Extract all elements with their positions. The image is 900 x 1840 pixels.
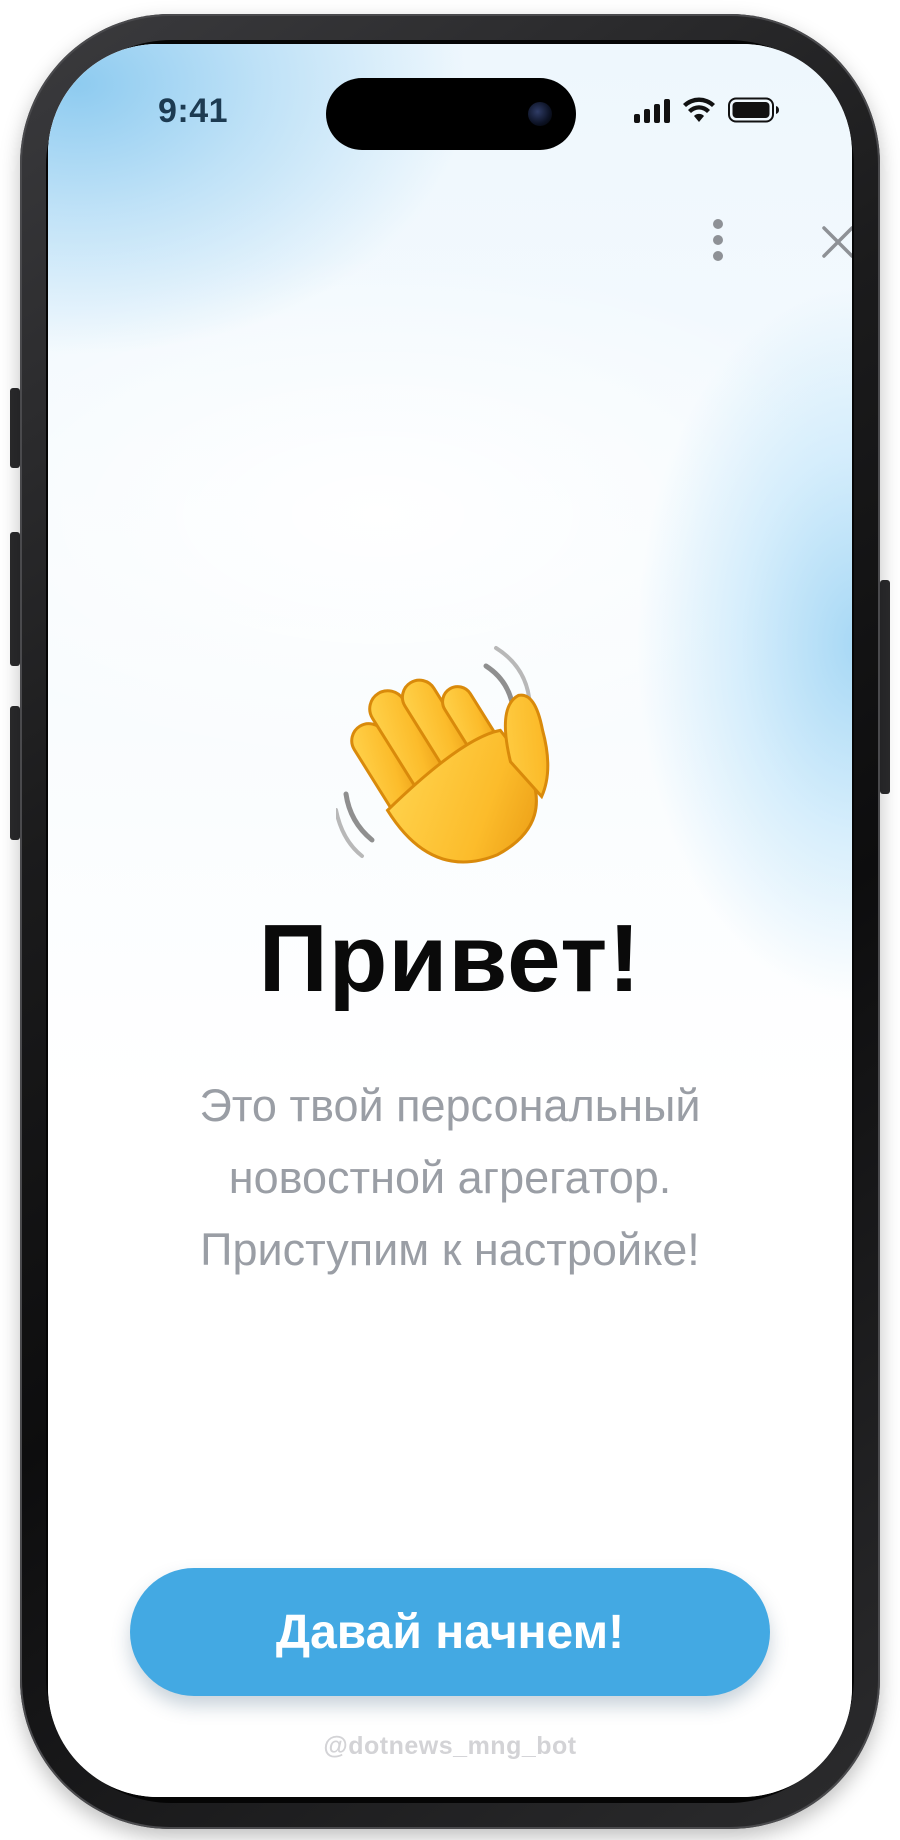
power-button: [880, 580, 890, 794]
device-mockup: 9:41 Привет! Это твой персональный новос…: [0, 0, 900, 1840]
status-bar: 9:41: [48, 44, 852, 164]
battery-icon: [728, 97, 779, 123]
camera-icon: [528, 102, 552, 126]
signal-icon: [634, 97, 670, 123]
volume-down-button: [10, 706, 20, 840]
status-time: 9:41: [158, 92, 229, 130]
page-title: Привет!: [258, 905, 642, 1012]
action-button: [10, 388, 20, 468]
more-vertical-icon[interactable]: [706, 216, 730, 264]
dynamic-island: [326, 78, 576, 150]
status-icons: [634, 94, 780, 126]
description-line: Это твой персональный: [199, 1080, 701, 1131]
close-icon[interactable]: [818, 222, 852, 262]
description-line: Приступим к настройке!: [200, 1224, 700, 1275]
welcome-description: Это твой персональный новостной агрегато…: [88, 1070, 812, 1286]
app-screen: 9:41 Привет! Это твой персональный новос…: [48, 44, 852, 1797]
waving-hand-icon: [336, 646, 550, 864]
bot-handle: @dotnews_mng_bot: [323, 1732, 577, 1760]
wifi-icon: [683, 97, 715, 122]
volume-up-button: [10, 532, 20, 666]
start-button[interactable]: Давай начнем!: [130, 1568, 770, 1696]
description-line: новостной агрегатор.: [228, 1152, 672, 1203]
